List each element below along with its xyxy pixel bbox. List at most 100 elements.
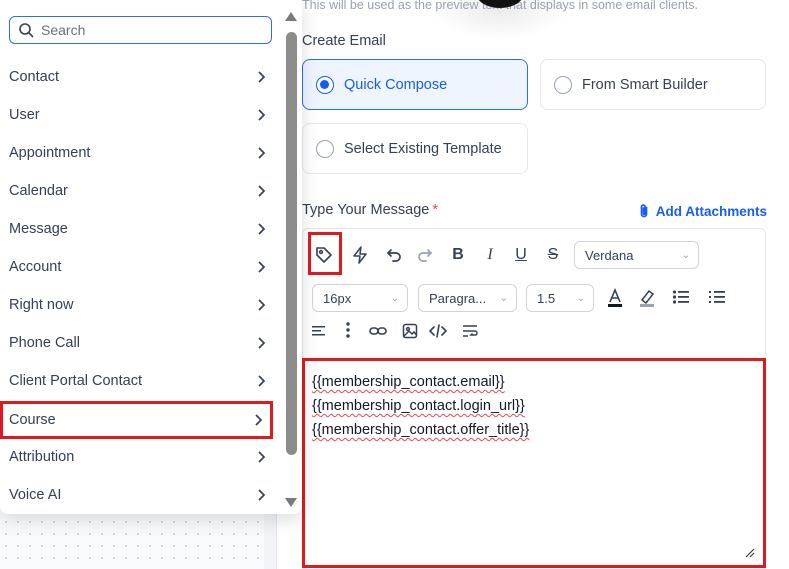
chevron-right-icon [258, 261, 266, 273]
insert-image-button[interactable] [397, 318, 423, 344]
chevron-down-icon: ⌄ [499, 292, 508, 304]
text-wrap-button[interactable] [457, 318, 483, 344]
dropdown-item-client-portal-contact[interactable]: Client Portal Contact [0, 362, 276, 400]
code-icon [429, 324, 447, 338]
align-button[interactable] [306, 318, 332, 344]
strikethrough-icon: S [547, 246, 559, 263]
add-attachments-label: Add Attachments [655, 203, 767, 219]
chevron-right-icon [258, 451, 266, 463]
dropdown-item-voice-ai[interactable]: Voice AI [0, 476, 276, 514]
dropdown-item-message[interactable]: Message [0, 210, 276, 248]
line-height-select[interactable]: 1.5 ⌄ [526, 284, 594, 312]
bold-button[interactable]: B [445, 242, 471, 268]
more-options-button[interactable] [335, 317, 361, 343]
scroll-up-arrow-icon[interactable] [284, 10, 298, 22]
dropdown-item-attribution[interactable]: Attribution [0, 438, 276, 476]
redo-button[interactable] [412, 242, 438, 268]
block-style-value: Paragra... [429, 290, 487, 306]
font-size-value: 16px [323, 290, 352, 306]
dropdown-item-label: Voice AI [9, 487, 62, 503]
image-icon [402, 323, 418, 339]
underline-button[interactable]: U [508, 242, 534, 268]
search-icon [19, 23, 34, 38]
chevron-right-icon [258, 109, 266, 121]
text-wrap-icon [463, 325, 478, 337]
dropdown-item-account[interactable]: Account [0, 248, 276, 286]
dropdown-item-label: User [9, 107, 40, 123]
dropdown-item-calendar[interactable]: Calendar [0, 172, 276, 210]
bullet-list-icon [672, 290, 689, 304]
triggers-button[interactable] [347, 242, 373, 268]
option-label: Quick Compose [344, 76, 448, 93]
create-email-label: Create Email [302, 33, 386, 49]
bullet-list-button[interactable] [668, 284, 694, 310]
text-color-button[interactable] [602, 285, 628, 311]
dropdown-item-label: Client Portal Contact [9, 373, 142, 389]
option-label: From Smart Builder [582, 76, 708, 93]
search-input[interactable] [41, 22, 241, 38]
option-existing-template[interactable]: Select Existing Template [302, 123, 528, 174]
italic-button[interactable]: I [477, 242, 503, 268]
tag-button-highlight [308, 232, 342, 275]
radio-icon [554, 75, 572, 94]
message-label-text: Type Your Message [302, 202, 430, 218]
font-family-value: Verdana [585, 247, 634, 263]
undo-icon [386, 249, 401, 262]
chevron-right-icon [258, 147, 266, 159]
merge-field-line: {{membership_contact.offer_title}} [312, 422, 530, 438]
chevron-right-icon [258, 185, 266, 197]
resize-handle-icon[interactable] [743, 546, 755, 558]
dropdown-item-course[interactable]: Course [0, 401, 273, 439]
chevron-right-icon [258, 337, 266, 349]
undo-button[interactable] [381, 242, 407, 268]
radio-icon [316, 139, 334, 158]
link-icon [369, 327, 387, 335]
radio-selected-icon [316, 75, 334, 94]
dropdown-item-label: Appointment [9, 145, 91, 161]
vertical-dots-icon [346, 322, 350, 338]
option-smart-builder[interactable]: From Smart Builder [540, 59, 766, 110]
scrollbar-thumb[interactable] [286, 32, 297, 455]
paperclip-icon [640, 204, 648, 218]
underline-icon: U [515, 246, 527, 263]
dropdown-item-user[interactable]: User [0, 96, 276, 134]
chevron-right-icon [255, 414, 263, 426]
italic-icon: I [487, 246, 493, 263]
highlighter-icon [640, 289, 655, 307]
highlight-color-button[interactable] [634, 285, 660, 311]
option-quick-compose[interactable]: Quick Compose [302, 59, 528, 110]
dropdown-item-label: Contact [9, 69, 59, 85]
message-label: Type Your Message * [302, 202, 438, 218]
numbered-list-icon [709, 291, 725, 303]
dropdown-item-phone-call[interactable]: Phone Call [0, 324, 276, 362]
dropdown-item-label: Right now [9, 297, 74, 313]
chevron-right-icon [258, 299, 266, 311]
dropdown-item-label: Account [9, 259, 62, 275]
chevron-right-icon [258, 71, 266, 83]
text-color-icon [608, 288, 622, 307]
bold-icon: B [452, 246, 464, 263]
scroll-down-arrow-icon[interactable] [284, 497, 298, 509]
dropdown-search[interactable] [9, 16, 272, 44]
merge-field-line: {{membership_contact.email}} [312, 374, 505, 390]
font-family-select[interactable]: Verdana ⌄ [574, 241, 699, 269]
chevron-right-icon [258, 489, 266, 501]
dropdown-item-label: Attribution [9, 449, 75, 465]
dropdown-item-appointment[interactable]: Appointment [0, 134, 276, 172]
font-size-select[interactable]: 16px ⌄ [312, 284, 408, 312]
chevron-down-icon: ⌄ [390, 292, 399, 304]
dropdown-item-contact[interactable]: Contact [0, 58, 276, 96]
message-content[interactable]: {{membership_contact.email}} {{membershi… [312, 370, 529, 442]
numbered-list-button[interactable] [704, 284, 730, 310]
dropdown-item-label: Message [9, 221, 68, 237]
strikethrough-button[interactable]: S [540, 242, 566, 268]
dropdown-item-right-now[interactable]: Right now [0, 286, 276, 324]
block-style-select[interactable]: Paragra... ⌄ [418, 284, 517, 312]
dropdown-item-label: Course [9, 412, 56, 428]
add-attachments-link[interactable]: Add Attachments [637, 203, 767, 219]
chevron-right-icon [258, 223, 266, 235]
insert-link-button[interactable] [365, 318, 391, 344]
dropdown-item-label: Phone Call [9, 335, 80, 351]
merge-field-line: {{membership_contact.login_url}} [312, 398, 525, 414]
source-code-button[interactable] [425, 318, 451, 344]
